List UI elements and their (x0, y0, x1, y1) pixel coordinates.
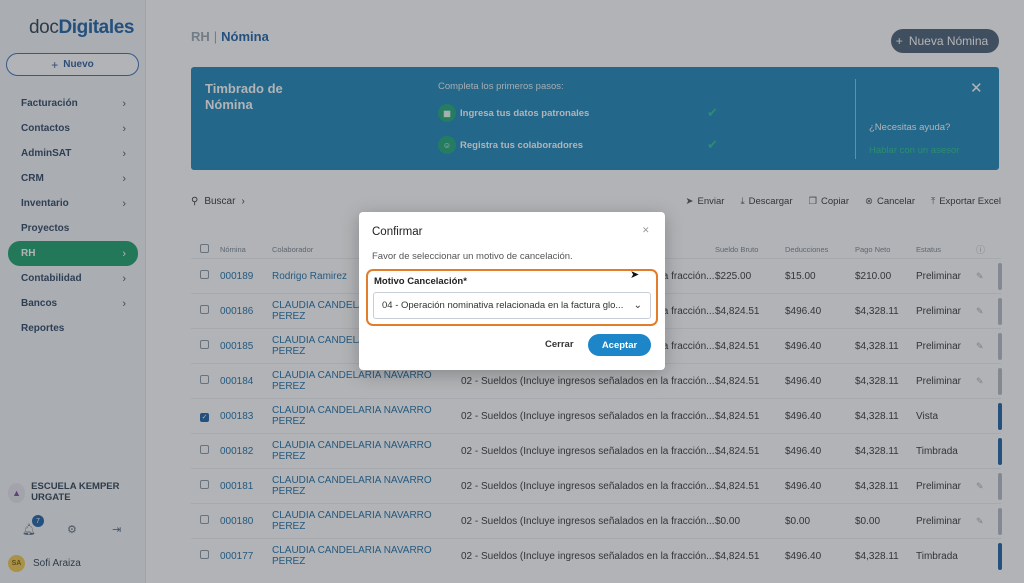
dialog-title: Confirmar (372, 226, 423, 238)
confirm-dialog: Confirmar ✕ Favor de seleccionar un moti… (359, 212, 665, 370)
accept-button[interactable]: Aceptar (588, 334, 651, 356)
selected-value: 04 - Operación nominativa relacionada en… (382, 300, 624, 311)
mouse-cursor-icon: ➤ (630, 269, 640, 281)
dialog-message: Favor de seleccionar un motivo de cancel… (372, 251, 573, 262)
field-label: Motivo Cancelación* (374, 276, 467, 287)
chevron-down-icon: ⌄ (633, 300, 642, 311)
cancel-reason-select[interactable]: 04 - Operación nominativa relacionada en… (373, 292, 651, 319)
close-button[interactable]: Cerrar (545, 339, 574, 350)
close-icon[interactable]: ✕ (642, 225, 650, 236)
cancel-reason-field: Motivo Cancelación* 04 - Operación nomin… (366, 269, 658, 326)
